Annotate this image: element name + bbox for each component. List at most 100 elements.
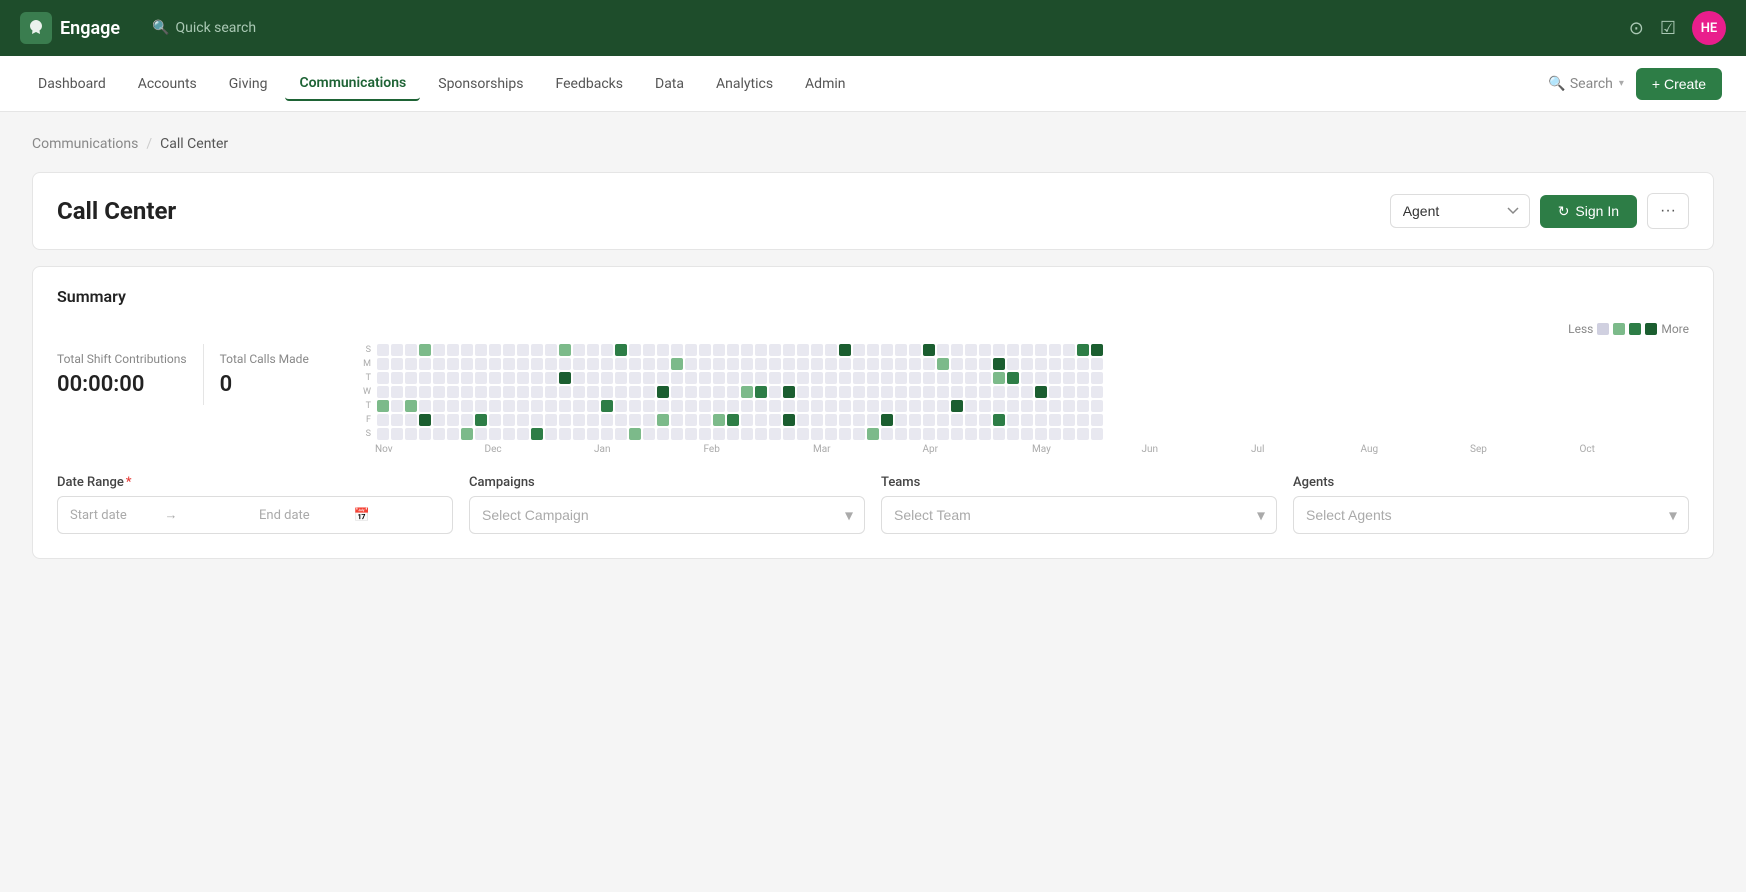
heatmap-cell[interactable]	[1007, 372, 1019, 384]
heatmap-cell[interactable]	[895, 414, 907, 426]
heatmap-cell[interactable]	[573, 372, 585, 384]
heatmap-cell[interactable]	[811, 414, 823, 426]
heatmap-cell[interactable]	[1077, 358, 1089, 370]
heatmap-cell[interactable]	[811, 344, 823, 356]
heatmap-cell[interactable]	[489, 400, 501, 412]
campaigns-select[interactable]: Select Campaign	[469, 496, 865, 534]
signin-button[interactable]: ↻ Sign In	[1540, 195, 1637, 228]
heatmap-cell[interactable]	[1021, 386, 1033, 398]
heatmap-cell[interactable]	[545, 358, 557, 370]
heatmap-cell[interactable]	[377, 400, 389, 412]
heatmap-cell[interactable]	[909, 428, 921, 440]
heatmap-cell[interactable]	[559, 344, 571, 356]
heatmap-cell[interactable]	[489, 358, 501, 370]
heatmap-cell[interactable]	[867, 372, 879, 384]
heatmap-cell[interactable]	[503, 414, 515, 426]
heatmap-cell[interactable]	[391, 386, 403, 398]
heatmap-cell[interactable]	[1049, 386, 1061, 398]
heatmap-cell[interactable]	[1049, 428, 1061, 440]
heatmap-cell[interactable]	[755, 400, 767, 412]
heatmap-cell[interactable]	[1035, 372, 1047, 384]
heatmap-cell[interactable]	[545, 344, 557, 356]
heatmap-cell[interactable]	[965, 344, 977, 356]
heatmap-cell[interactable]	[895, 358, 907, 370]
heatmap-cell[interactable]	[1035, 400, 1047, 412]
heatmap-cell[interactable]	[993, 386, 1005, 398]
heatmap-cell[interactable]	[867, 400, 879, 412]
heatmap-cell[interactable]	[783, 414, 795, 426]
heatmap-cell[interactable]	[965, 386, 977, 398]
engage-logo-icon[interactable]	[20, 12, 52, 44]
heatmap-cell[interactable]	[797, 386, 809, 398]
heatmap-cell[interactable]	[993, 358, 1005, 370]
heatmap-cell[interactable]	[517, 414, 529, 426]
heatmap-cell[interactable]	[867, 344, 879, 356]
heatmap-cell[interactable]	[1077, 372, 1089, 384]
heatmap-cell[interactable]	[1091, 344, 1103, 356]
heatmap-cell[interactable]	[797, 428, 809, 440]
heatmap-cell[interactable]	[433, 386, 445, 398]
heatmap-cell[interactable]	[489, 428, 501, 440]
heatmap-cell[interactable]	[1077, 428, 1089, 440]
heatmap-cell[interactable]	[811, 358, 823, 370]
nav-giving[interactable]: Giving	[215, 68, 282, 100]
heatmap-cell[interactable]	[405, 358, 417, 370]
heatmap-cell[interactable]	[657, 344, 669, 356]
heatmap-cell[interactable]	[447, 358, 459, 370]
heatmap-cell[interactable]	[1021, 372, 1033, 384]
heatmap-cell[interactable]	[377, 414, 389, 426]
heatmap-cell[interactable]	[629, 372, 641, 384]
heatmap-cell[interactable]	[685, 358, 697, 370]
nav-sponsorships[interactable]: Sponsorships	[424, 68, 537, 100]
heatmap-cell[interactable]	[881, 344, 893, 356]
heatmap-cell[interactable]	[517, 372, 529, 384]
agent-select[interactable]: Agent	[1390, 194, 1530, 228]
heatmap-cell[interactable]	[993, 428, 1005, 440]
date-range-input[interactable]: Start date → End date 📅	[57, 496, 453, 534]
heatmap-cell[interactable]	[405, 372, 417, 384]
heatmap-cell[interactable]	[727, 400, 739, 412]
heatmap-cell[interactable]	[811, 372, 823, 384]
heatmap-cell[interactable]	[923, 386, 935, 398]
heatmap-cell[interactable]	[741, 358, 753, 370]
heatmap-cell[interactable]	[391, 372, 403, 384]
heatmap-cell[interactable]	[419, 372, 431, 384]
heatmap-cell[interactable]	[573, 414, 585, 426]
heatmap-cell[interactable]	[531, 358, 543, 370]
heatmap-cell[interactable]	[783, 344, 795, 356]
heatmap-cell[interactable]	[783, 386, 795, 398]
heatmap-cell[interactable]	[405, 414, 417, 426]
heatmap-cell[interactable]	[461, 344, 473, 356]
heatmap-cell[interactable]	[1049, 358, 1061, 370]
heatmap-cell[interactable]	[783, 428, 795, 440]
heatmap-cell[interactable]	[615, 358, 627, 370]
heatmap-cell[interactable]	[881, 414, 893, 426]
agents-select[interactable]: Select Agents	[1293, 496, 1689, 534]
heatmap-cell[interactable]	[965, 400, 977, 412]
heatmap-cell[interactable]	[391, 344, 403, 356]
heatmap-cell[interactable]	[937, 372, 949, 384]
heatmap-cell[interactable]	[1021, 428, 1033, 440]
heatmap-cell[interactable]	[965, 428, 977, 440]
heatmap-cell[interactable]	[531, 400, 543, 412]
heatmap-cell[interactable]	[699, 428, 711, 440]
heatmap-cell[interactable]	[377, 344, 389, 356]
heatmap-cell[interactable]	[587, 358, 599, 370]
heatmap-cell[interactable]	[909, 344, 921, 356]
heatmap-cell[interactable]	[979, 414, 991, 426]
heatmap-cell[interactable]	[629, 358, 641, 370]
heatmap-cell[interactable]	[741, 414, 753, 426]
heatmap-cell[interactable]	[573, 400, 585, 412]
heatmap-cell[interactable]	[419, 344, 431, 356]
breadcrumb-parent[interactable]: Communications	[32, 136, 138, 152]
heatmap-cell[interactable]	[419, 414, 431, 426]
heatmap-cell[interactable]	[937, 414, 949, 426]
heatmap-cell[interactable]	[713, 400, 725, 412]
heatmap-cell[interactable]	[503, 428, 515, 440]
heatmap-cell[interactable]	[587, 344, 599, 356]
heatmap-cell[interactable]	[965, 414, 977, 426]
heatmap-cell[interactable]	[755, 344, 767, 356]
heatmap-cell[interactable]	[713, 428, 725, 440]
heatmap-cell[interactable]	[699, 372, 711, 384]
heatmap-cell[interactable]	[713, 358, 725, 370]
